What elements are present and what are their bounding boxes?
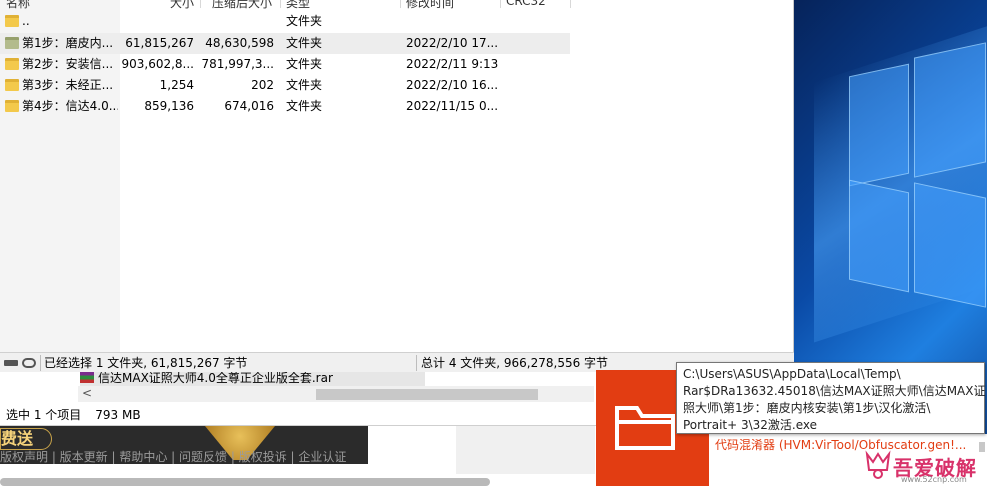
folder-up-icon [5,15,19,27]
scrollbar-thumb[interactable] [316,389,538,400]
column-name[interactable]: 名称 [6,0,30,11]
selected-size: 793 MB [95,408,141,422]
winrar-archive-icon [80,372,94,383]
explorer-status-bar: 选中 1 个项目 793 MB [6,406,155,423]
column-modified[interactable]: 修改时间 [406,0,454,11]
column-packed[interactable]: 压缩后大小 [212,0,272,11]
column-header: 名称 大小 压缩后大小 类型 修改时间 CRC32 [0,0,571,11]
winrar-status-bar: 已经选择 1 文件夹, 61,815,267 字节 总计 4 文件夹, 966,… [0,352,794,372]
watermark-url: www.52cnp.com [901,475,967,484]
list-item[interactable]: 第4步：信达4.0... 859,136 674,016 文件夹 2022/11… [0,96,570,117]
watermark-logo-icon [865,450,891,479]
footer-links[interactable]: 版权声明 | 版本更新 | 帮助中心 | 问题反馈 | 版权投诉 | 企业认证 [0,448,368,465]
threat-notice[interactable]: 代码混淆器 (HVM:VirTool/Obfuscator.gen!... [715,436,966,453]
page-horizontal-scrollbar[interactable] [0,478,490,486]
winrar-window: 名称 大小 压缩后大小 类型 修改时间 CRC32 .. 文件夹 第1步：磨皮内… [0,0,794,372]
folder-icon [615,406,675,450]
selection-status: 已经选择 1 文件夹, 61,815,267 字节 [44,356,248,370]
folder-icon [5,79,19,91]
tooltip-line: Portrait+ 3\32激活.exe [683,418,818,432]
explorer-horizontal-scrollbar[interactable]: < [78,386,594,402]
column-crc32[interactable]: CRC32 [506,0,546,8]
list-item-selected[interactable]: 第1步：磨皮内... 61,815,267 48,630,598 文件夹 202… [0,33,570,54]
list-item[interactable]: 第3步：未经正... 1,254 202 文件夹 2022/2/10 16... [0,75,570,96]
explorer-file-row[interactable]: 信达MAX证照大师4.0全尊正企业版全套.rar [80,372,425,386]
total-status: 总计 4 文件夹, 966,278,556 字节 [421,356,609,370]
folder-icon [5,37,19,49]
drive-icon[interactable] [4,358,38,368]
mini-scrollbar[interactable] [979,442,985,452]
tooltip-line: 照大师\第1步：磨皮内核安装\第1步\汉化激活\ [683,401,931,415]
list-item[interactable]: .. 文件夹 [0,11,570,32]
tooltip-line: C:\Users\ASUS\AppData\Local\Temp\ [683,367,901,381]
folder-icon [5,58,19,70]
selected-count: 选中 1 个项目 [6,408,82,422]
explorer-file-name: 信达MAX证照大师4.0全尊正企业版全套.rar [98,372,333,385]
column-type[interactable]: 类型 [286,0,310,11]
column-size[interactable]: 大小 [170,0,194,11]
scroll-left-arrow-icon[interactable]: < [82,386,92,400]
list-item[interactable]: 第2步：安装信... 903,602,8... 781,997,3... 文件夹… [0,54,570,75]
archive-file-list[interactable]: 名称 大小 压缩后大小 类型 修改时间 CRC32 .. 文件夹 第1步：磨皮内… [0,0,794,352]
tooltip-line: Rar$DRa13632.45018\信达MAX证照大师\信达MAX证 [683,384,986,398]
notification-area: 代码混淆器 (HVM:VirTool/Obfuscator.gen!... 吾爱… [709,434,987,486]
path-tooltip: C:\Users\ASUS\AppData\Local\Temp\ Rar$DR… [676,362,985,434]
folder-icon [5,100,19,112]
background-panel [456,426,595,474]
promo-label: 费送 [0,428,52,450]
